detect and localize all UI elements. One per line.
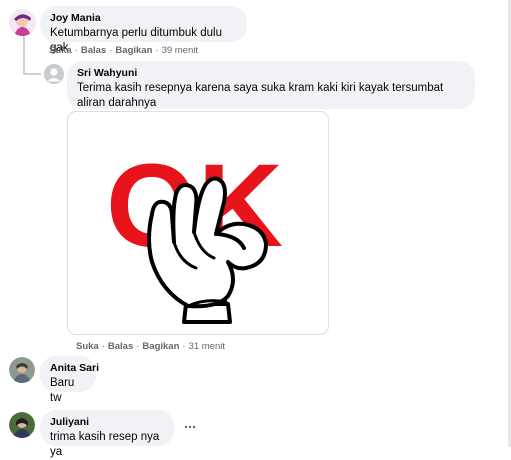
comment-bubble: Juliyani trima kasih resep nya ya	[40, 410, 174, 458]
avatar[interactable]	[44, 64, 64, 84]
comment-actions: Suka · Balas · Bagikan · 39 menit	[49, 45, 198, 56]
comment-author[interactable]: Juliyani	[50, 416, 164, 429]
share-button[interactable]: Bagikan	[115, 45, 152, 56]
comment-bubble: Sri Wahyuni Terima kasih resepnya karena…	[67, 61, 475, 109]
reply-button[interactable]: Balas	[81, 45, 106, 56]
avatar[interactable]	[9, 9, 36, 36]
comment-text: Baru tw	[50, 377, 75, 404]
thread-line	[23, 35, 25, 75]
like-button[interactable]: Suka	[76, 341, 99, 352]
thread-line-branch	[23, 73, 41, 75]
comment-author[interactable]: Joy Mania	[50, 12, 237, 25]
reply-button[interactable]: Balas	[108, 341, 133, 352]
comment-bubble: Joy Mania Ketumbarnya perlu ditumbuk dul…	[40, 6, 247, 54]
like-button[interactable]: Suka	[49, 45, 72, 56]
comment-text: Terima kasih resepnya karena saya suka k…	[77, 82, 444, 109]
share-button[interactable]: Bagikan	[142, 341, 179, 352]
comment-author[interactable]: Anita Sari	[50, 362, 99, 375]
avatar[interactable]	[9, 357, 35, 383]
timestamp[interactable]: 31 menit	[189, 341, 225, 352]
sticker[interactable]: OK	[67, 111, 329, 335]
comment-bubble: Anita Sari Baru tw	[40, 356, 99, 404]
comment-text: trima kasih resep nya ya	[50, 431, 160, 458]
comment-actions: Suka · Balas · Bagikan · 31 menit	[76, 341, 225, 352]
avatar[interactable]	[9, 412, 35, 438]
comment-author[interactable]: Sri Wahyuni	[77, 67, 465, 80]
timestamp[interactable]: 39 menit	[162, 45, 198, 56]
more-options-icon[interactable]	[184, 421, 196, 433]
